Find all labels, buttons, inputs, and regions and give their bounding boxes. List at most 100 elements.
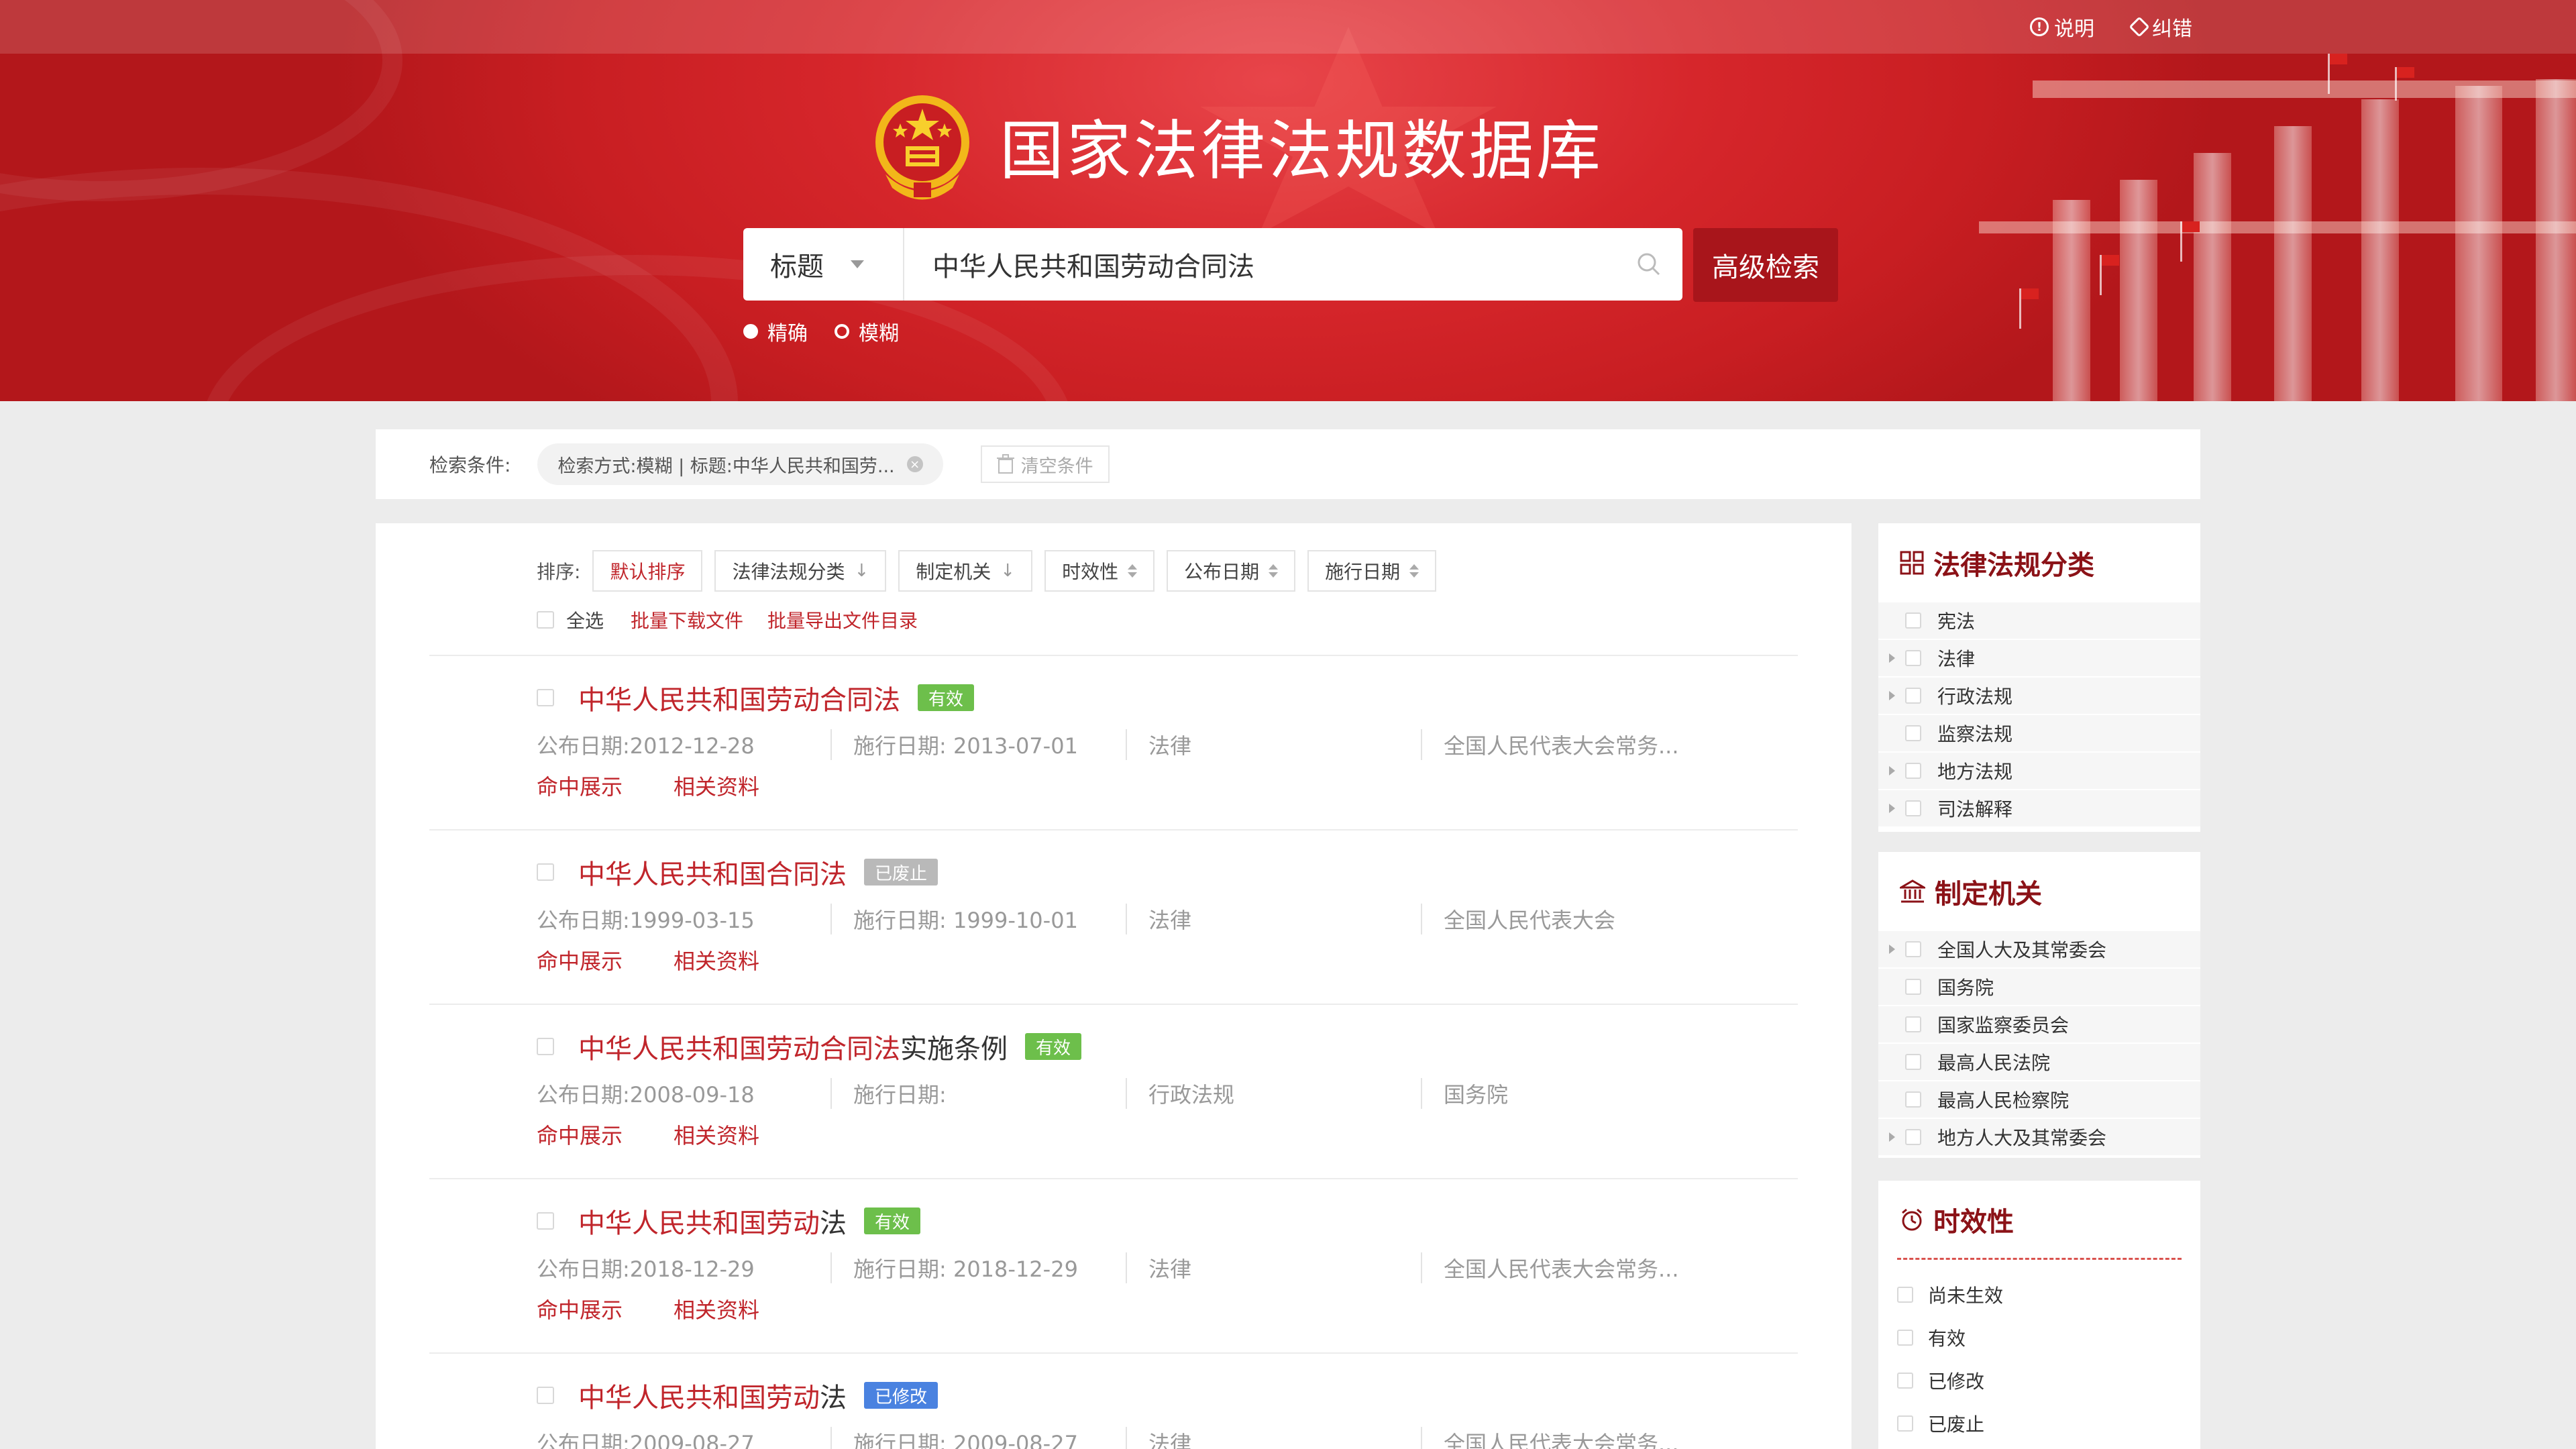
batch-download-link[interactable]: 批量下载文件 xyxy=(631,606,743,633)
publish-date: 公布日期:2012-12-28 xyxy=(537,729,832,760)
hit-display-link[interactable]: 命中展示 xyxy=(537,770,623,801)
sort-authority-button[interactable]: 制定机关 ↓ xyxy=(898,550,1033,592)
result-title-link[interactable]: 中华人民共和国劳动合同法 xyxy=(578,678,900,717)
hit-display-link[interactable]: 命中展示 xyxy=(537,945,623,975)
filter-item[interactable]: 尚未生效 xyxy=(1878,1273,2200,1316)
filter-item[interactable]: 宪法 xyxy=(1878,602,2200,640)
expand-arrow-icon[interactable] xyxy=(1878,653,1905,663)
result-title-rest: 实施条例 xyxy=(900,1034,1008,1065)
filter-item[interactable]: 全国人大及其常委会 xyxy=(1878,931,2200,969)
sort-icon xyxy=(1128,564,1138,578)
result-title-link[interactable]: 中华人民共和国劳动法 xyxy=(578,1376,847,1415)
condition-tag: 检索方式:模糊 | 标题:中华人民共和国劳... × xyxy=(537,443,943,485)
filter-validity-title: 时效性 xyxy=(1933,1206,2014,1238)
filter-item[interactable]: 国家监察委员会 xyxy=(1878,1006,2200,1044)
filter-checkbox[interactable] xyxy=(1905,1091,1921,1108)
filter-item[interactable]: 最高人民法院 xyxy=(1878,1044,2200,1081)
related-materials-link[interactable]: 相关资料 xyxy=(674,945,759,975)
filter-checkbox[interactable] xyxy=(1905,800,1921,816)
filter-checkbox[interactable] xyxy=(1905,650,1921,666)
mode-exact[interactable]: 精确 xyxy=(743,317,808,346)
sort-effective-date-button[interactable]: 施行日期 xyxy=(1307,550,1437,592)
filter-checkbox[interactable] xyxy=(1905,763,1921,779)
filter-checkbox[interactable] xyxy=(1905,725,1921,741)
result-checkbox[interactable] xyxy=(537,1387,554,1404)
filter-checkbox[interactable] xyxy=(1897,1287,1913,1303)
search-icon[interactable] xyxy=(1615,228,1682,301)
mode-fuzzy-label: 模糊 xyxy=(859,322,899,345)
result-checkbox[interactable] xyxy=(537,863,554,881)
divider xyxy=(429,1352,1798,1354)
sort-validity-button[interactable]: 时效性 xyxy=(1044,550,1155,592)
expand-arrow-icon[interactable] xyxy=(1878,1132,1905,1142)
expand-arrow-icon[interactable] xyxy=(1878,691,1905,700)
filter-checkbox[interactable] xyxy=(1905,941,1921,957)
filter-item[interactable]: 最高人民检察院 xyxy=(1878,1081,2200,1119)
filter-checkbox[interactable] xyxy=(1905,979,1921,995)
search-field-select[interactable]: 标题 xyxy=(743,228,904,301)
category: 法律 xyxy=(1127,729,1422,760)
result-title-link[interactable]: 中华人民共和国劳动合同法实施条例 xyxy=(578,1027,1008,1066)
filter-item[interactable]: 有效 xyxy=(1878,1316,2200,1359)
effective-date: 施行日期: 1999-10-01 xyxy=(832,904,1127,934)
filter-checkbox[interactable] xyxy=(1905,1054,1921,1070)
sort-publish-date-button[interactable]: 公布日期 xyxy=(1167,550,1296,592)
filter-item-label: 宪法 xyxy=(1937,610,1976,633)
result-checkbox[interactable] xyxy=(537,1038,554,1055)
mode-fuzzy[interactable]: 模糊 xyxy=(835,317,899,346)
divider xyxy=(429,1178,1798,1179)
radio-icon xyxy=(835,324,849,339)
filter-item[interactable]: 行政法规 xyxy=(1878,678,2200,715)
result-item: 中华人民共和国劳动合同法实施条例 有效 公布日期:2008-09-18 施行日期… xyxy=(537,1026,1811,1150)
close-icon[interactable]: × xyxy=(906,456,923,472)
chevron-down-icon xyxy=(851,260,864,268)
sort-default-button[interactable]: 默认排序 xyxy=(592,550,703,592)
filter-checkbox[interactable] xyxy=(1905,1016,1921,1032)
filter-checkbox[interactable] xyxy=(1905,688,1921,704)
expand-arrow-icon[interactable] xyxy=(1878,945,1905,954)
result-title-link[interactable]: 中华人民共和国劳动法 xyxy=(578,1201,847,1240)
filter-item[interactable]: 已修改 xyxy=(1878,1359,2200,1402)
filter-item-label: 监察法规 xyxy=(1937,723,2013,745)
search-box: 标题 xyxy=(743,228,1682,301)
sort-default-label: 默认排序 xyxy=(610,561,686,583)
filter-checkbox[interactable] xyxy=(1897,1373,1913,1389)
sort-category-button[interactable]: 法律法规分类 ↓ xyxy=(714,550,887,592)
related-materials-link[interactable]: 相关资料 xyxy=(674,1293,759,1324)
filter-item[interactable]: 已废止 xyxy=(1878,1402,2200,1445)
search-input[interactable] xyxy=(904,228,1615,301)
category: 法律 xyxy=(1127,904,1422,934)
result-checkbox[interactable] xyxy=(537,1212,554,1230)
expand-arrow-icon[interactable] xyxy=(1878,804,1905,813)
related-materials-link[interactable]: 相关资料 xyxy=(674,1119,759,1150)
filter-checkbox[interactable] xyxy=(1897,1415,1913,1432)
filter-validity-panel: 时效性 尚未生效 有效 已修改 已废止 xyxy=(1878,1181,2200,1449)
publish-date: 公布日期:2009-08-27 xyxy=(537,1427,832,1449)
result-title-link[interactable]: 中华人民共和国合同法 xyxy=(578,853,847,892)
related-materials-link[interactable]: 相关资料 xyxy=(674,770,759,801)
filter-item[interactable]: 监察法规 xyxy=(1878,715,2200,753)
filter-item[interactable]: 地方法规 xyxy=(1878,753,2200,790)
help-link[interactable]: ! 说明 xyxy=(2030,12,2094,42)
filter-checkbox[interactable] xyxy=(1905,1129,1921,1145)
filter-checkbox[interactable] xyxy=(1905,612,1921,629)
advanced-search-button[interactable]: 高级检索 xyxy=(1693,228,1838,302)
result-checkbox[interactable] xyxy=(537,689,554,706)
hit-display-link[interactable]: 命中展示 xyxy=(537,1119,623,1150)
filter-item[interactable]: 国务院 xyxy=(1878,969,2200,1006)
filter-item[interactable]: 地方人大及其常委会 xyxy=(1878,1119,2200,1157)
hit-display-link[interactable]: 命中展示 xyxy=(537,1293,623,1324)
filter-authority-list: 全国人大及其常委会 国务院 国家监察委员会 最高人民法院 最高人民检察院 地方人… xyxy=(1878,931,2200,1157)
effective-date: 施行日期: 2018-12-29 xyxy=(832,1252,1127,1283)
filter-checkbox[interactable] xyxy=(1897,1330,1913,1346)
select-all-checkbox[interactable] xyxy=(537,611,554,629)
batch-export-link[interactable]: 批量导出文件目录 xyxy=(767,606,918,633)
divider xyxy=(429,655,1798,656)
clear-conditions-button[interactable]: 清空条件 xyxy=(980,445,1110,483)
expand-arrow-icon[interactable] xyxy=(1878,766,1905,775)
authority: 全国人民代表大会 xyxy=(1444,908,1616,933)
filter-item-label: 地方人大及其常委会 xyxy=(1937,1127,2107,1149)
filter-item[interactable]: 司法解释 xyxy=(1878,790,2200,828)
filter-item[interactable]: 法律 xyxy=(1878,640,2200,678)
correct-link[interactable]: 纠错 xyxy=(2129,12,2192,42)
